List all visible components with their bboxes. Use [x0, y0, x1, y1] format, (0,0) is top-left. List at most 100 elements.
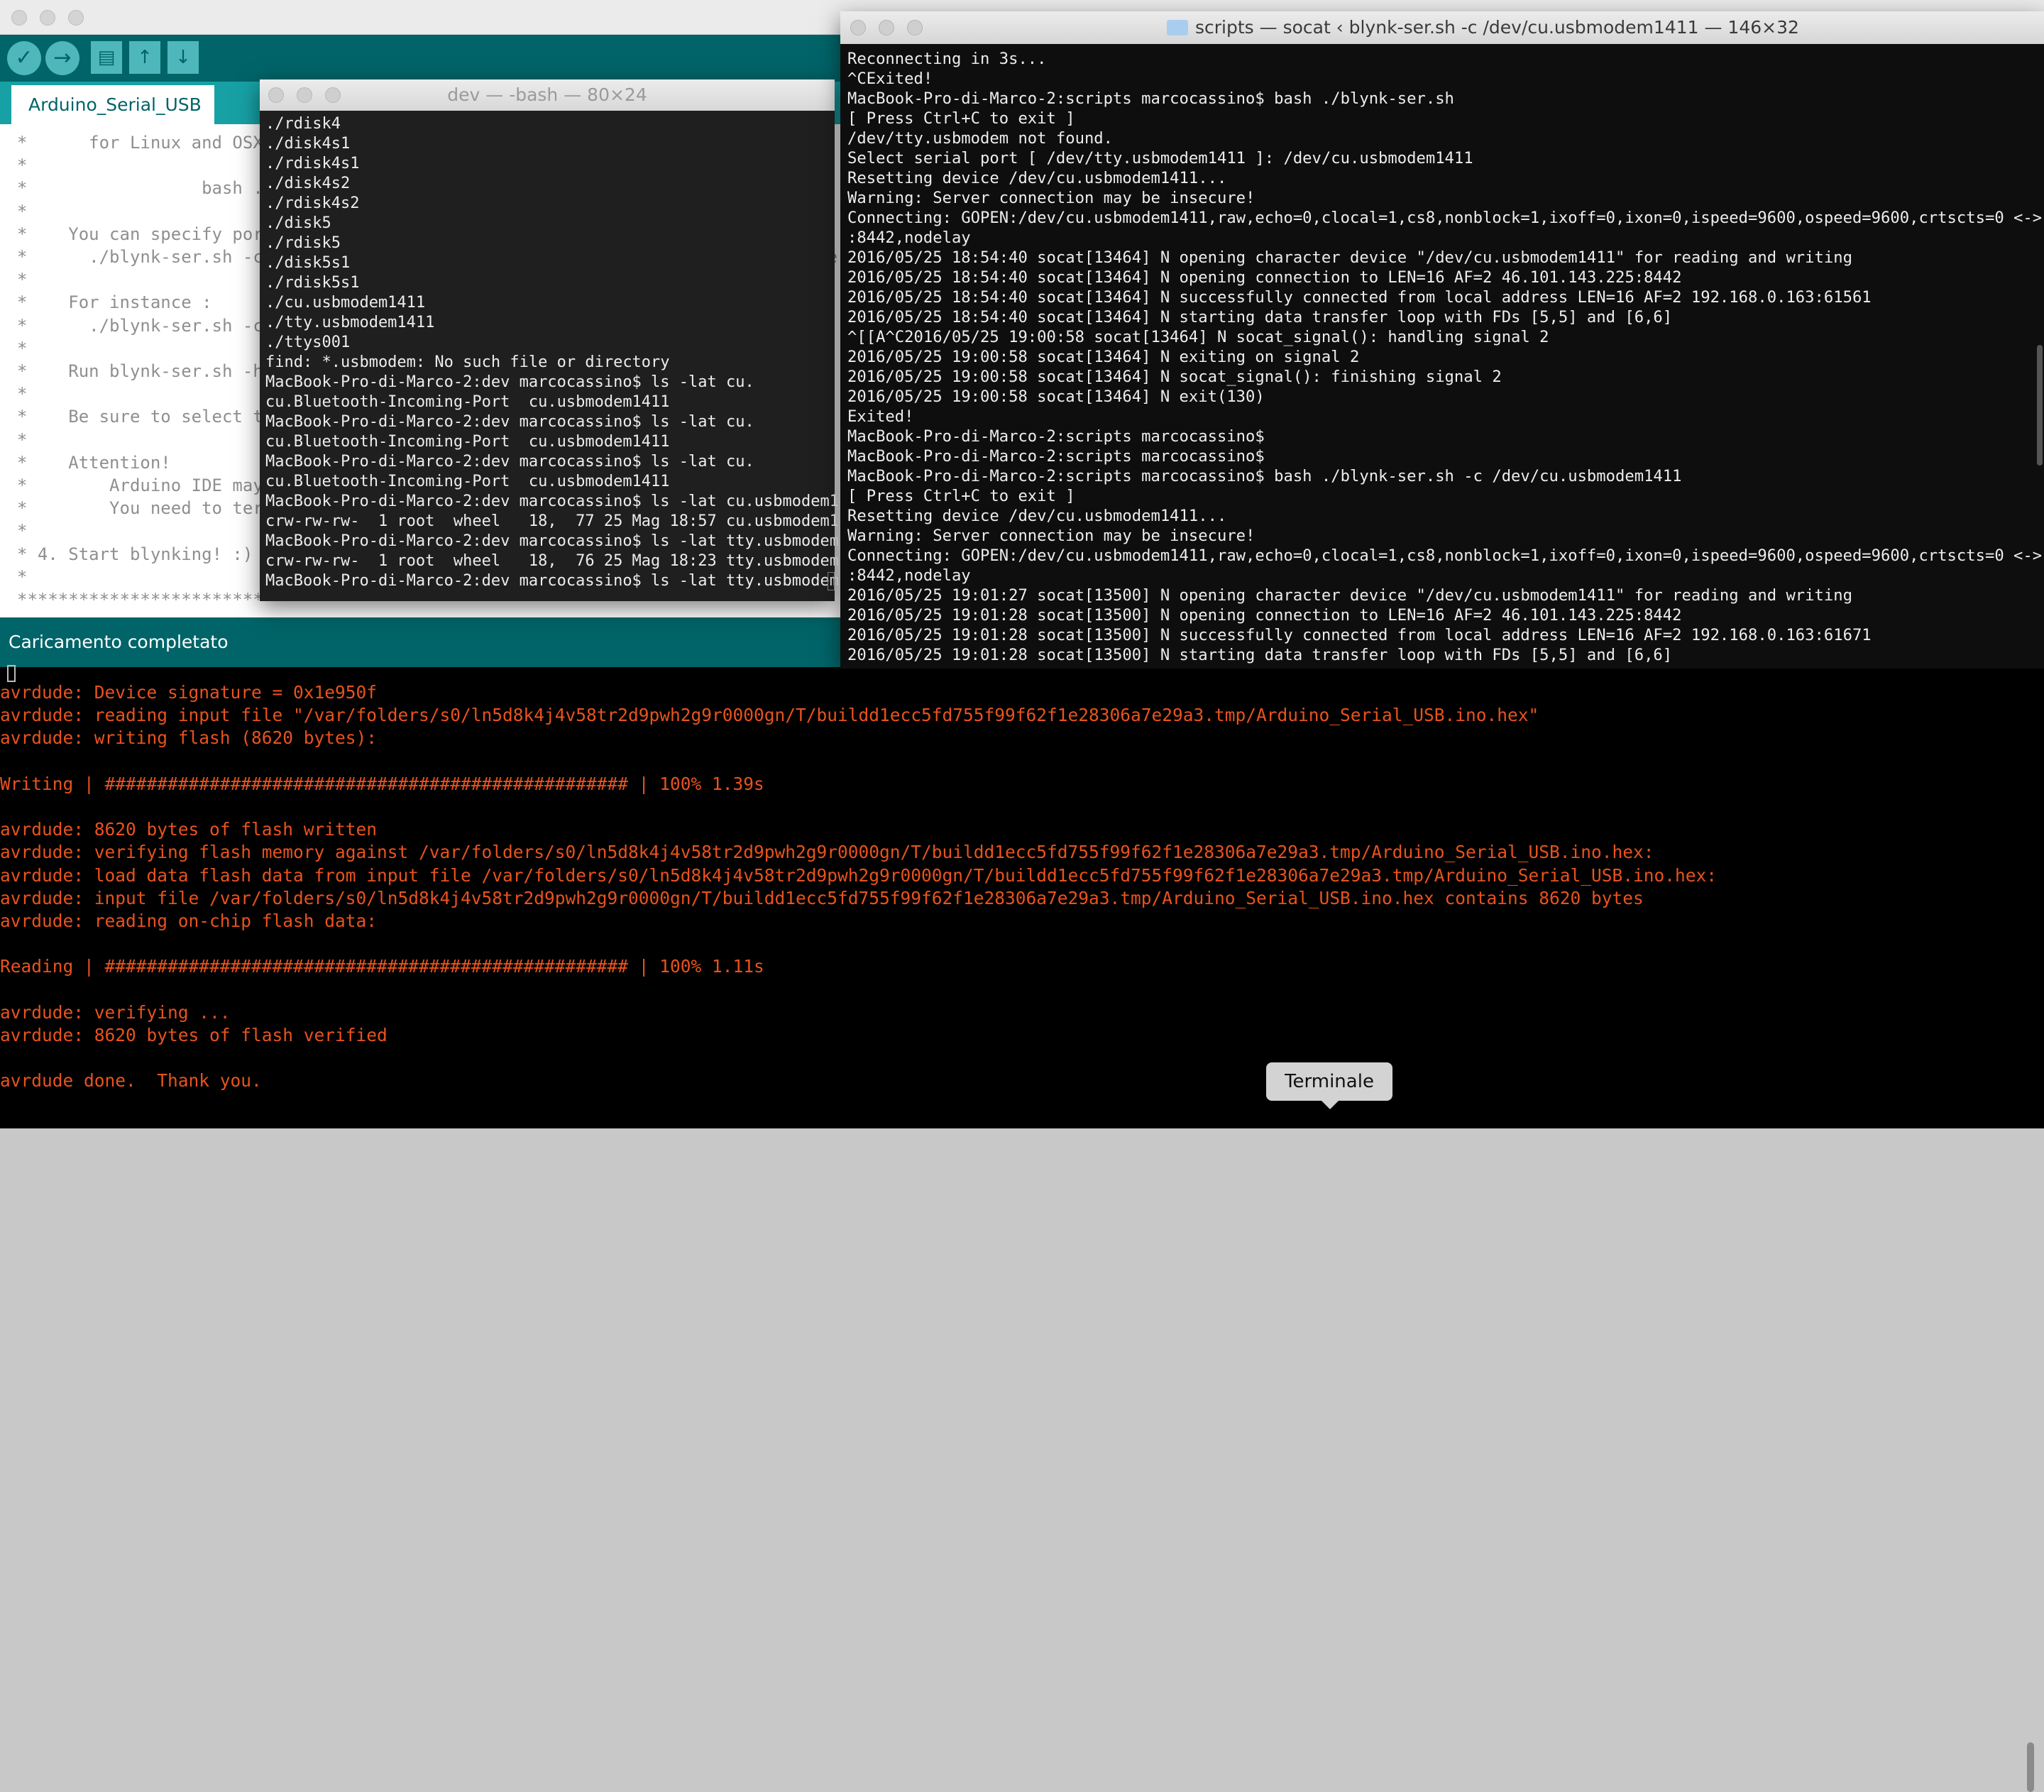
terminal-line: cu.Bluetooth-Incoming-Port cu.usbmodem14… [265, 393, 670, 411]
open-icon[interactable]: ↑ [129, 41, 160, 74]
save-icon[interactable]: ↓ [167, 41, 199, 74]
console-line: avrdude: 8620 bytes of flash written [0, 819, 378, 840]
terminal-line: Warning: Server connection may be insecu… [847, 189, 1255, 207]
terminal-line: crw-rw-rw- 1 root wheel 18, 77 25 Mag 18… [265, 512, 867, 530]
console-text: avrdude: Device signature = 0x1e950f avrd… [0, 681, 1717, 1093]
console-line: avrdude: 8620 bytes of flash verified [0, 1025, 388, 1046]
dev-terminal-window[interactable]: dev — -bash — 80×24 ./rdisk4 ./disk4s1 ./r… [260, 79, 877, 601]
terminal-line: MacBook-Pro-di-Marco-2:scripts marcocass… [847, 447, 1265, 466]
terminal-line: MacBook-Pro-di-Marco-2:scripts marcocass… [847, 89, 1454, 108]
console-scrollbar[interactable] [2027, 1742, 2034, 1792]
console-line: avrdude: writing flash (8620 bytes): [0, 727, 378, 749]
close-window-button[interactable] [850, 20, 866, 35]
console-line: avrdude: Device signature = 0x1e950f [0, 682, 378, 703]
terminal-line: ./ttys001 [265, 334, 351, 351]
terminal-line: ./disk4s1 [265, 135, 351, 153]
console-line: avrdude: verifying ... [0, 1001, 231, 1023]
terminal-line: :8442,nodelay [847, 566, 971, 585]
terminal-line: Connecting: GOPEN:/dev/cu.usbmodem1411,r… [847, 546, 2043, 565]
console-line: Writing | ##############################… [0, 773, 764, 794]
terminal-line: MacBook-Pro-di-Marco-2:dev marcocassino$… [265, 413, 754, 431]
terminal-line: find: *.usbmodem: No such file or direct… [265, 353, 670, 371]
terminal-line: MacBook-Pro-di-Marco-2:dev marcocassino$… [265, 493, 867, 510]
terminal-line: Resetting device /dev/cu.usbmodem1411... [847, 169, 1227, 187]
close-window-button[interactable] [268, 87, 284, 103]
terminal-line: ^CExited! [847, 70, 933, 88]
terminal-line: ./disk5s1 [265, 254, 351, 272]
terminal-line: MacBook-Pro-di-Marco-2:dev marcocassino$… [265, 453, 754, 471]
console-line: avrdude: load data flash data from input… [0, 864, 1718, 886]
dev-terminal-cursor [828, 572, 835, 590]
tooltip-pointer [1322, 1101, 1339, 1109]
terminal-line: Reconnecting in 3s... [847, 50, 1047, 68]
scripts-terminal-cursor [7, 665, 16, 682]
terminal-line: [ Press Ctrl+C to exit ] [847, 487, 1075, 505]
scripts-terminal-scrollbar[interactable] [2037, 345, 2043, 466]
console-line: avrdude: verifying flash memory against … [0, 842, 1654, 863]
terminal-line: 2016/05/25 18:54:40 socat[13464] N start… [847, 308, 1673, 326]
terminal-line: ./rdisk4s1 [265, 155, 360, 172]
terminal-line: 2016/05/25 19:01:27 socat[13500] N openi… [847, 586, 1852, 605]
dev-terminal-text: ./rdisk4 ./disk4s1 ./rdisk4s1 ./disk4s2 ./rd… [265, 114, 877, 591]
zoom-window-button[interactable] [68, 10, 84, 26]
terminal-line: 2016/05/25 19:00:58 socat[13464] N exiti… [847, 348, 1360, 366]
terminal-line: 2016/05/25 18:54:40 socat[13464] N succe… [847, 288, 1872, 307]
terminal-line: ./rdisk4 [265, 115, 341, 133]
terminal-line: ./disk4s2 [265, 175, 351, 192]
zoom-window-button[interactable] [907, 20, 923, 35]
console-line: avrdude: reading on-chip flash data: [0, 911, 378, 932]
scripts-terminal-text: Reconnecting in 3s... ^CExited! MacBook-Pr… [847, 49, 2044, 665]
terminal-line: MacBook-Pro-di-Marco-2:scripts marcocass… [847, 467, 1682, 485]
terminal-line: MacBook-Pro-di-Marco-2:dev marcocassino$… [265, 532, 877, 550]
terminal-line: MacBook-Pro-di-Marco-2:dev marcocassino$… [265, 373, 754, 391]
new-icon[interactable]: ▤ [91, 41, 122, 74]
terminal-line: ./rdisk4s2 [265, 194, 360, 212]
terminal-line: 2016/05/25 18:54:40 socat[13464] N openi… [847, 268, 1682, 287]
minimize-window-button[interactable] [40, 10, 55, 26]
scripts-terminal-title-group: scripts — socat ‹ blynk-ser.sh -c /dev/c… [1167, 11, 1799, 44]
console-line: avrdude: reading input file "/var/folder… [0, 705, 1539, 726]
close-window-button[interactable] [11, 10, 27, 26]
console-line: Reading | ##############################… [0, 956, 764, 977]
terminal-line: Exited! [847, 407, 914, 426]
scripts-terminal-window[interactable]: scripts — socat ‹ blynk-ser.sh -c /dev/c… [840, 11, 2044, 669]
terminal-line: 2016/05/25 19:00:58 socat[13464] N exit(… [847, 387, 1265, 406]
terminal-line: Connecting: GOPEN:/dev/cu.usbmodem1411,r… [847, 209, 2043, 227]
terminal-line: Select serial port [ /dev/tty.usbmodem14… [847, 149, 1473, 167]
terminal-line: cu.Bluetooth-Incoming-Port cu.usbmodem14… [265, 433, 670, 451]
terminal-line: [ Press Ctrl+C to exit ] [847, 109, 1075, 128]
console-line: avrdude: input file /var/folders/s0/ln5d… [0, 887, 1644, 908]
terminal-line: ./disk5 [265, 214, 331, 232]
terminal-line: 2016/05/25 19:01:28 socat[13500] N start… [847, 646, 1673, 664]
terminal-line: 2016/05/25 18:54:40 socat[13464] N openi… [847, 248, 1852, 267]
scripts-terminal-titlebar[interactable]: scripts — socat ‹ blynk-ser.sh -c /dev/c… [840, 11, 2044, 44]
terminal-line: /dev/tty.usbmodem not found. [847, 129, 1114, 148]
terminal-line: 2016/05/25 19:00:58 socat[13464] N socat… [847, 368, 1502, 386]
folder-icon [1167, 20, 1188, 35]
terminal-line: 2016/05/25 19:01:28 socat[13500] N openi… [847, 606, 1682, 625]
terminal-line: 2016/05/25 19:01:28 socat[13500] N succe… [847, 626, 1872, 644]
terminal-line: ./cu.usbmodem1411 [265, 294, 426, 312]
tab-arduino-serial-usb[interactable]: Arduino_Serial_USB § [11, 85, 214, 154]
verify-icon[interactable]: ✓ [7, 41, 41, 75]
console-output[interactable]: avrdude: Device signature = 0x1e950f avrd… [0, 667, 2044, 1792]
terminal-line: Warning: Server connection may be insecu… [847, 527, 1255, 545]
terminal-line: ^[[A^C2016/05/25 19:00:58 socat[13464] N… [847, 328, 1549, 346]
terminal-line: Resetting device /dev/cu.usbmodem1411... [847, 507, 1227, 525]
terminal-line: ./tty.usbmodem1411 [265, 314, 435, 331]
minimize-window-button[interactable] [879, 20, 894, 35]
dev-terminal-title: dev — -bash — 80×24 [447, 84, 647, 105]
zoom-window-button[interactable] [325, 87, 341, 103]
terminal-line: crw-rw-rw- 1 root wheel 18, 76 25 Mag 18… [265, 552, 877, 570]
terminal-line: cu.Bluetooth-Incoming-Port cu.usbmodem14… [265, 473, 670, 490]
terminal-line: :8442,nodelay [847, 229, 971, 247]
upload-icon[interactable]: → [45, 41, 79, 75]
minimize-window-button[interactable] [297, 87, 312, 103]
terminal-line: MacBook-Pro-di-Marco-2:dev marcocassino$… [265, 572, 877, 590]
dev-terminal-titlebar[interactable]: dev — -bash — 80×24 [260, 79, 835, 111]
